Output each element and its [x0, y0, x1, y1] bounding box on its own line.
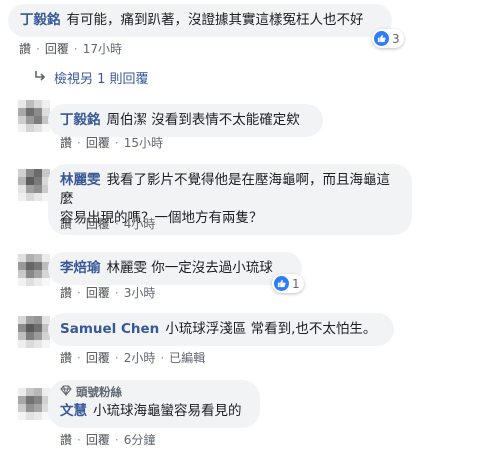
like-icon [374, 31, 389, 46]
reaction-count[interactable]: 3 [372, 29, 404, 48]
comment-author[interactable]: Samuel Chen [60, 321, 159, 337]
like-button[interactable]: 讚 [60, 351, 72, 365]
comment-actions: 讚 · 回覆 · 17小時 [19, 42, 122, 56]
reply-button[interactable]: 回覆 [86, 217, 110, 231]
reply-bubble: 李焙瑜 林麗雯 你一定沒去過小琉球 [48, 252, 302, 285]
timestamp[interactable]: 15小時 [124, 136, 163, 150]
avatar[interactable] [18, 100, 50, 132]
comment-text: 有可能，痛到趴著，沒證據其實這樣冤枉人也不好 [66, 12, 364, 28]
avatar[interactable] [18, 388, 50, 420]
comment-text: 林麗雯 你一定沒去過小琉球 [106, 260, 273, 276]
avatar[interactable] [18, 169, 50, 201]
badge-label: 頭號粉絲 [76, 385, 122, 399]
comment-actions: 讚 · 回覆 · 15小時 [60, 136, 163, 150]
reply-button[interactable]: 回覆 [86, 136, 110, 150]
comment-bubble: 丁毅銘 有可能，痛到趴著，沒證據其實這樣冤枉人也不好 [8, 4, 392, 37]
comment-author[interactable]: 丁毅銘 [60, 112, 101, 128]
reaction-number: 1 [292, 276, 300, 291]
reply-button[interactable]: 回覆 [45, 42, 69, 56]
like-button[interactable]: 讚 [19, 42, 31, 56]
comment-actions: 讚 · 回覆 · 6分鐘 [60, 433, 156, 447]
like-button[interactable]: 讚 [60, 286, 72, 300]
avatar[interactable] [18, 316, 50, 348]
comment-author[interactable]: 李焙瑜 [60, 260, 101, 276]
reply-button[interactable]: 回覆 [86, 433, 110, 447]
avatar[interactable] [18, 254, 50, 286]
reply-button[interactable]: 回覆 [86, 351, 110, 365]
timestamp[interactable]: 2小時 [124, 351, 156, 365]
like-button[interactable]: 讚 [60, 433, 72, 447]
comment-text: 小琉球浮淺區 常看到,也不太怕生。 [165, 321, 377, 337]
comment-text-line1: 我看了影片不覺得他是在壓海龜啊，而且海龜這麼 [60, 172, 390, 207]
diamond-badge-icon [60, 383, 72, 402]
comment-author[interactable]: 丁毅銘 [20, 12, 61, 28]
timestamp[interactable]: 4小時 [124, 217, 156, 231]
reply-button[interactable]: 回覆 [86, 286, 110, 300]
like-button[interactable]: 讚 [60, 217, 72, 231]
comment-author[interactable]: 文慧 [60, 403, 87, 419]
comment-actions: 讚 · 回覆 · 4小時 [60, 217, 156, 231]
edited-label[interactable]: 已編輯 [169, 351, 205, 365]
comment-text: 小琉球海龜蠻容易看見的 [93, 403, 242, 419]
view-more-replies[interactable]: 檢視另 1 則回覆 [34, 68, 149, 87]
reply-arrow-icon [34, 70, 46, 86]
reply-bubble: 頭號粉絲 文慧 小琉球海龜蠻容易看見的 [48, 380, 260, 428]
like-icon [274, 276, 289, 291]
timestamp[interactable]: 17小時 [83, 42, 122, 56]
reaction-number: 3 [392, 31, 400, 46]
reply-bubble: 丁毅銘 周伯潔 沒看到表情不太能確定欸 [48, 104, 323, 137]
like-button[interactable]: 讚 [60, 136, 72, 150]
comment-text: 周伯潔 沒看到表情不太能確定欸 [106, 112, 300, 128]
timestamp[interactable]: 6分鐘 [124, 433, 156, 447]
comment-actions: 讚 · 回覆 · 3小時 [60, 286, 156, 300]
timestamp[interactable]: 3小時 [124, 286, 156, 300]
reaction-count[interactable]: 1 [272, 274, 304, 293]
reply-bubble: Samuel Chen 小琉球浮淺區 常看到,也不太怕生。 [48, 313, 394, 346]
top-fan-badge[interactable]: 頭號粉絲 [60, 383, 248, 402]
comment-author[interactable]: 林麗雯 [60, 172, 101, 188]
view-more-label[interactable]: 檢視另 1 則回覆 [54, 68, 149, 87]
comment-actions: 讚 · 回覆 · 2小時 · 已編輯 [60, 351, 206, 365]
